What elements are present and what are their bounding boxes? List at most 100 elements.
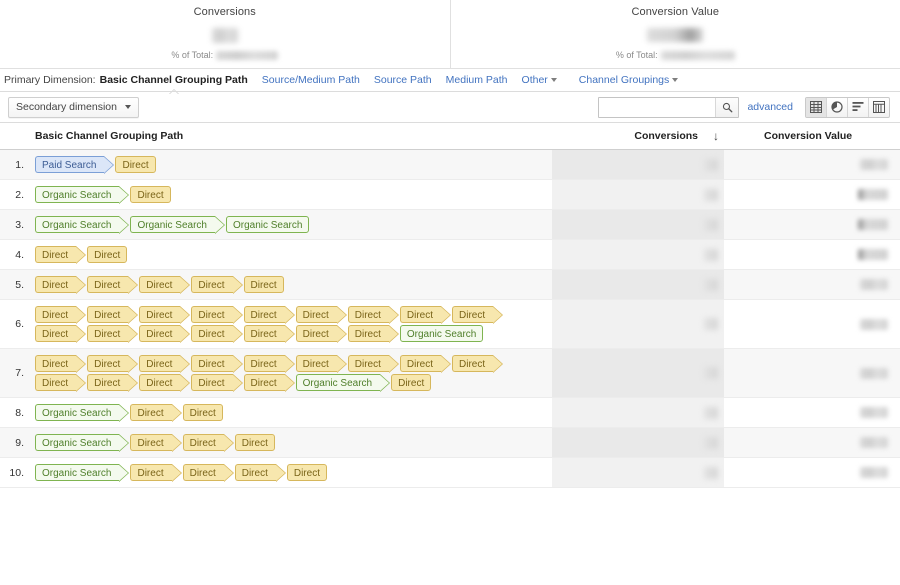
toolbar-right-group: advanced — [598, 96, 890, 118]
primary-dimension-link-medium-path[interactable]: Medium Path — [446, 74, 508, 86]
search-button[interactable] — [715, 97, 739, 117]
redacted-conversions-value — [704, 278, 718, 291]
header-conversion-value[interactable]: Conversion Value — [724, 122, 900, 150]
conversions-cell — [552, 149, 724, 180]
redacted-conversion-value — [860, 407, 888, 419]
pie-chart-icon — [831, 101, 843, 113]
channel-tag: Organic Search — [399, 325, 484, 342]
header-conversions[interactable]: Conversions ↓ — [552, 122, 724, 150]
channel-path-cell[interactable]: Organic Search Direct Direct Direct — [30, 428, 552, 458]
channel-tag: Organic Search — [35, 186, 131, 204]
channel-path-cell[interactable]: Organic Search Direct Direct Direct Direct — [30, 458, 552, 488]
channel-path-line: Organic Search Organic Search Organic Sear… — [35, 216, 552, 234]
conversions-cell — [552, 427, 724, 458]
primary-dimension-link-channel-groupings[interactable]: Channel Groupings — [579, 74, 679, 86]
primary-dimension-link-other[interactable]: Other — [522, 74, 557, 86]
table-row[interactable]: 4. Direct Direct — [0, 239, 900, 270]
channel-path-cell[interactable]: Direct Direct — [30, 240, 552, 270]
channel-path-line: Organic Search Direct Direct Direct Direct — [35, 464, 552, 482]
redacted-value — [211, 27, 238, 43]
table-header: Basic Channel Grouping Path Conversions … — [0, 122, 900, 150]
table-row[interactable]: 9. Organic Search Direct Direct Direct — [0, 427, 900, 458]
table-grid-icon — [810, 101, 822, 113]
table-row[interactable]: 3. Organic Search Organic Search Organic Se… — [0, 209, 900, 240]
primary-dimension-active-tab[interactable]: Basic Channel Grouping Path — [100, 74, 248, 86]
conversions-cell — [552, 179, 724, 210]
table-view-icon[interactable] — [806, 97, 827, 117]
redacted-conversion-value — [860, 437, 888, 449]
table-row[interactable]: 5. Direct Direct Direct Direct Direct — [0, 269, 900, 300]
channel-path-cell[interactable]: Direct Direct Direct Direct Direct Direct Dire… — [30, 300, 552, 349]
metric-value — [0, 23, 450, 47]
channel-tag: Direct — [182, 434, 234, 452]
channel-tag: Organic Search — [35, 404, 131, 422]
redacted-conversions-value — [704, 436, 718, 449]
summary-metric-conversions: Conversions % of Total: — [0, 0, 451, 68]
redacted-conversions-value — [704, 367, 718, 380]
search-box — [598, 96, 740, 118]
channel-tag: Direct — [130, 186, 171, 203]
channel-path-cell[interactable]: Direct Direct Direct Direct Direct — [30, 270, 552, 300]
row-index: 6. — [15, 318, 24, 330]
summary-metrics-strip: Conversions % of Total: Conversion Value… — [0, 0, 900, 69]
summary-metric-conversion-value: Conversion Value % of Total: — [451, 0, 900, 68]
secondary-dimension-dropdown[interactable]: Secondary dimension — [8, 96, 139, 118]
channel-path-cell[interactable]: Organic Search Organic Search Organic Sear… — [30, 210, 552, 240]
conversions-cell — [552, 299, 724, 349]
conversions-cell — [552, 269, 724, 300]
search-input[interactable] — [599, 97, 716, 117]
pivot-table-icon — [873, 101, 885, 113]
channel-path-line: Organic Search Direct Direct Direct — [35, 434, 552, 452]
channel-tag: Direct — [243, 355, 295, 373]
channel-tag: Direct — [243, 325, 295, 343]
report-table-container: Basic Channel Grouping Path Conversions … — [0, 122, 900, 488]
channel-path-line: Organic Search Direct Direct — [35, 404, 552, 422]
row-index: 1. — [15, 158, 24, 171]
table-row[interactable]: 6. Direct Direct Direct Direct Direct Direct Di… — [0, 299, 900, 349]
redacted-conversions-value — [704, 218, 718, 231]
table-row[interactable]: 1. Paid Search Direct — [0, 149, 900, 180]
channel-path-line: Paid Search Direct — [35, 156, 552, 174]
channel-tag: Direct — [347, 355, 400, 373]
row-index: 5. — [15, 278, 24, 291]
channel-path-line: Organic Search Direct — [35, 186, 552, 204]
pivot-view-icon[interactable] — [869, 98, 889, 117]
conversions-cell — [552, 209, 724, 240]
primary-dimension-link-source-medium-path[interactable]: Source/Medium Path — [262, 74, 360, 86]
channel-path-cell[interactable]: Paid Search Direct — [30, 150, 552, 180]
channel-path-cell[interactable]: Organic Search Direct — [30, 180, 552, 210]
channel-tag: Direct — [130, 404, 182, 422]
redacted-percent-value — [216, 50, 279, 60]
table-row[interactable]: 8. Organic Search Direct Direct — [0, 397, 900, 428]
channel-path-line: Direct Direct — [35, 246, 552, 264]
row-index: 8. — [15, 406, 24, 419]
channel-tag: Direct — [347, 325, 400, 343]
view-type-switcher — [805, 96, 890, 118]
table-row[interactable]: 10. Organic Search Direct Direct Direct Direc… — [0, 457, 900, 488]
table-row[interactable]: 7. Direct Direct Direct Direct Direct Direct Di… — [0, 348, 900, 398]
table-row[interactable]: 2. Organic Search Direct — [0, 179, 900, 210]
conversions-cell — [552, 397, 724, 428]
conversions-cell — [552, 457, 724, 488]
conversion-value-cell — [724, 180, 900, 210]
redacted-conversions-value — [704, 248, 718, 261]
channel-tag: Direct — [87, 374, 139, 392]
link-text: Other — [521, 74, 548, 86]
channel-tag: Direct — [295, 306, 347, 324]
primary-dimension-link-source-path[interactable]: Source Path — [374, 74, 432, 86]
performance-view-icon[interactable] — [848, 97, 869, 117]
channel-path-line: Direct Direct Direct Direct Direct Organic Se… — [35, 374, 552, 392]
secondary-dimension-label: Secondary dimension — [16, 101, 117, 113]
channel-tag: Direct — [182, 404, 223, 421]
channel-path-cell[interactable]: Organic Search Direct Direct — [30, 398, 552, 428]
advanced-filter-link[interactable]: advanced — [747, 101, 793, 113]
channel-path-cell[interactable]: Direct Direct Direct Direct Direct Direct Dire… — [30, 349, 552, 398]
metric-percent-of-total: % of Total: — [451, 50, 900, 60]
metric-title: Conversion Value — [631, 6, 720, 18]
channel-tag: Direct — [191, 306, 243, 324]
redacted-conversions-value — [704, 158, 718, 171]
header-basic-channel-grouping-path[interactable]: Basic Channel Grouping Path — [30, 122, 552, 150]
metric-value — [451, 23, 900, 47]
redacted-conversions-value — [704, 466, 718, 479]
pie-chart-view-icon[interactable] — [827, 97, 848, 117]
